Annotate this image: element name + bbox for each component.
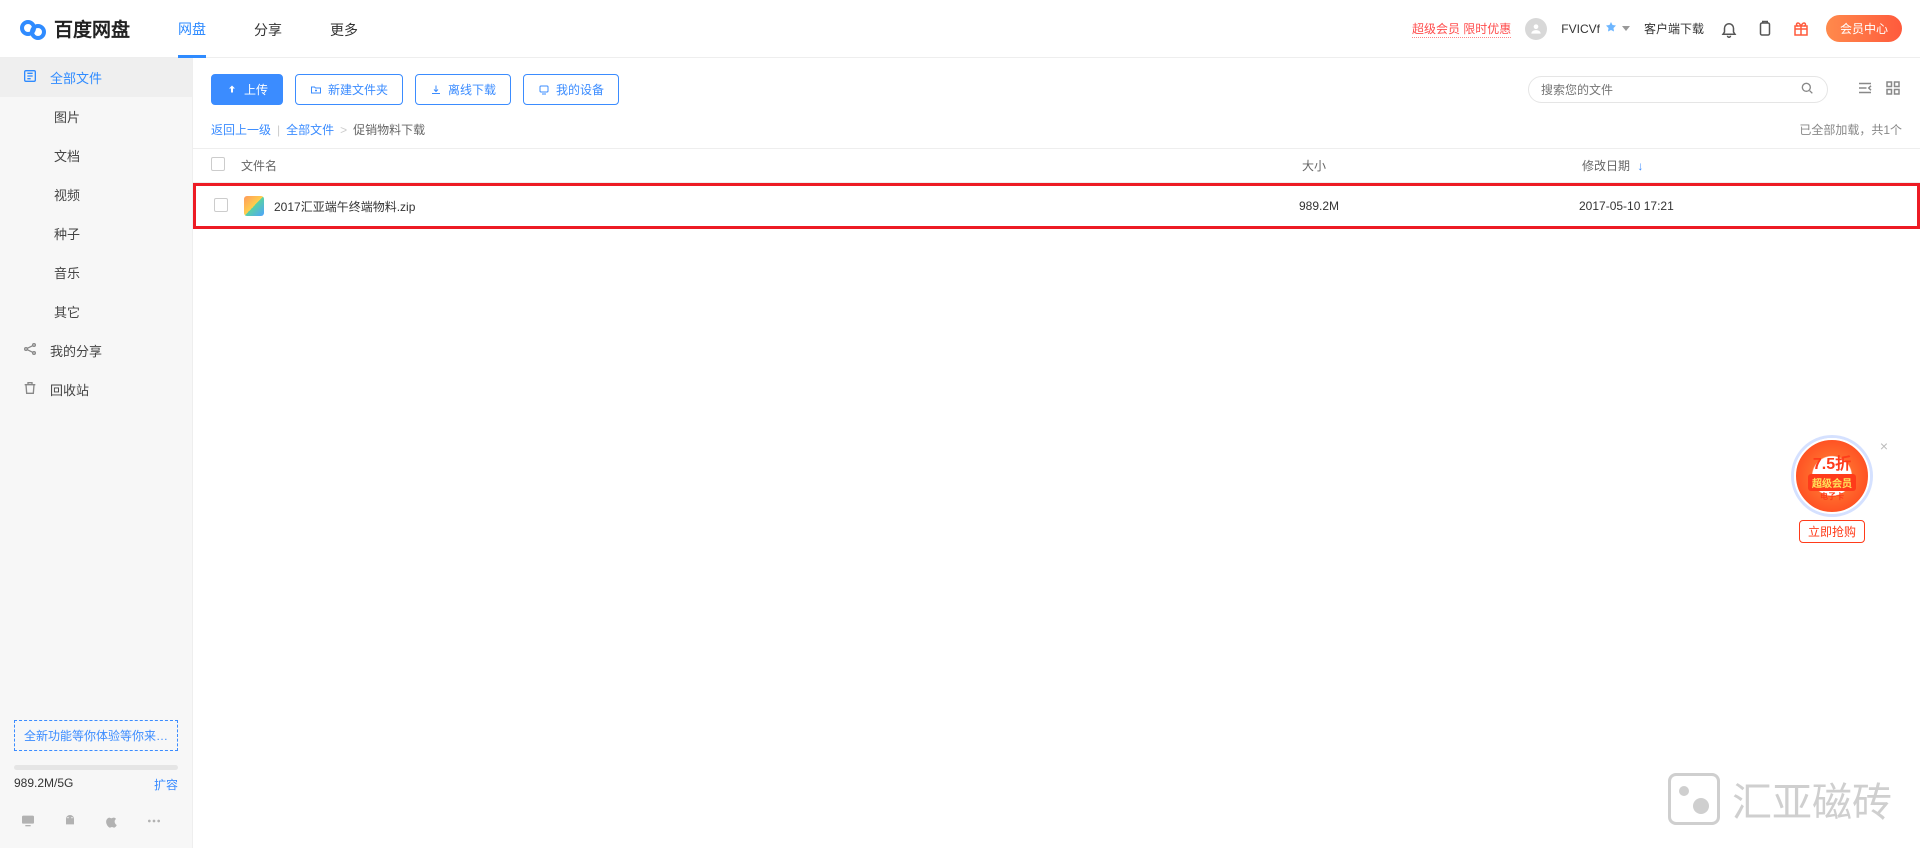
- sidebar-item-docs[interactable]: 文档: [0, 136, 192, 175]
- clipboard-icon[interactable]: [1754, 18, 1776, 40]
- promo-sticker: × 7.5折 超级会员 电子卡 立即抢购: [1784, 438, 1880, 543]
- header-promo-link[interactable]: 超级会员 限时优惠: [1412, 20, 1511, 38]
- button-label: 离线下载: [448, 81, 496, 98]
- promo-cta-button[interactable]: 立即抢购: [1799, 520, 1865, 543]
- breadcrumb: 返回上一级 | 全部文件 > 促销物料下载: [211, 121, 425, 138]
- sidebar-item-all-files[interactable]: 全部文件: [0, 58, 192, 97]
- sidebar-item-images[interactable]: 图片: [0, 97, 192, 136]
- file-name: 2017汇亚端午终端物料.zip: [274, 198, 415, 215]
- more-dots-icon[interactable]: [146, 813, 162, 832]
- user-dropdown[interactable]: FVICVf: [1561, 21, 1630, 36]
- client-download-link[interactable]: 客户端下载: [1644, 20, 1704, 37]
- col-name[interactable]: 文件名: [241, 157, 1302, 174]
- gift-icon[interactable]: [1790, 18, 1812, 40]
- sort-icon[interactable]: [1856, 79, 1874, 100]
- header-right: 超级会员 限时优惠 FVICVf 客户端下载 会员中心: [1412, 15, 1902, 42]
- select-all-checkbox[interactable]: [211, 157, 225, 171]
- button-label: 上传: [244, 81, 268, 98]
- android-icon[interactable]: [62, 813, 78, 832]
- expand-storage-link[interactable]: 扩容: [154, 776, 178, 793]
- chevron-down-icon: [1622, 26, 1630, 31]
- breadcrumb-back[interactable]: 返回上一级: [211, 121, 271, 138]
- close-icon[interactable]: ×: [1880, 438, 1888, 454]
- toolbar: 上传 新建文件夹 离线下载 我的设备: [193, 58, 1920, 121]
- platform-icons: [0, 803, 192, 848]
- nav-tabs: 网盘 分享 更多: [178, 0, 358, 58]
- sidebar-item-music[interactable]: 音乐: [0, 253, 192, 292]
- sidebar-item-my-share[interactable]: 我的分享: [0, 331, 192, 370]
- logo[interactable]: 百度网盘: [18, 14, 130, 44]
- col-size[interactable]: 大小: [1302, 157, 1582, 174]
- upload-button[interactable]: 上传: [211, 74, 283, 105]
- offline-download-button[interactable]: 离线下载: [415, 74, 511, 105]
- col-date[interactable]: 修改日期 ↓: [1582, 157, 1902, 174]
- quota-text: 989.2M/5G: [14, 776, 73, 793]
- file-date: 2017-05-10 17:21: [1579, 199, 1899, 213]
- button-label: 新建文件夹: [328, 81, 388, 98]
- header: 百度网盘 网盘 分享 更多 超级会员 限时优惠 FVICVf 客户端下载 会员中…: [0, 0, 1920, 58]
- sidebar-item-videos[interactable]: 视频: [0, 175, 192, 214]
- desktop-icon[interactable]: [20, 813, 36, 832]
- loaded-status: 已全部加载，共1个: [1799, 121, 1902, 138]
- main: 上传 新建文件夹 离线下载 我的设备 返回上一级 |: [193, 58, 1920, 848]
- sidebar-item-other[interactable]: 其它: [0, 292, 192, 331]
- avatar[interactable]: [1525, 18, 1547, 40]
- my-devices-button[interactable]: 我的设备: [523, 74, 619, 105]
- button-label: 我的设备: [556, 81, 604, 98]
- folder-list-icon: [22, 68, 38, 87]
- logo-icon: [18, 14, 48, 44]
- grid-view-icon[interactable]: [1884, 79, 1902, 100]
- tab-disk[interactable]: 网盘: [178, 0, 206, 58]
- archive-file-icon: [244, 196, 264, 216]
- search-input[interactable]: [1541, 83, 1799, 97]
- sidebar-item-label: 我的分享: [50, 341, 102, 360]
- file-size: 989.2M: [1299, 199, 1579, 213]
- table-row[interactable]: 2017汇亚端午终端物料.zip 989.2M 2017-05-10 17:21: [193, 183, 1920, 229]
- sidebar-item-seeds[interactable]: 种子: [0, 214, 192, 253]
- table-header: 文件名 大小 修改日期 ↓: [193, 148, 1920, 183]
- watermark-text: 汇亚磁砖: [1732, 770, 1892, 828]
- breadcrumb-root[interactable]: 全部文件: [286, 121, 334, 138]
- new-folder-button[interactable]: 新建文件夹: [295, 74, 403, 105]
- tab-share[interactable]: 分享: [254, 1, 282, 56]
- row-checkbox[interactable]: [214, 198, 228, 212]
- apple-icon[interactable]: [104, 813, 120, 832]
- quota-bar: [14, 765, 178, 770]
- share-icon: [22, 341, 38, 360]
- breadcrumb-current: 促销物料下载: [353, 121, 425, 138]
- trash-icon: [22, 380, 38, 399]
- promo-discount: 7.5折: [1813, 450, 1851, 474]
- wechat-icon: [1668, 773, 1720, 825]
- watermark: 汇亚磁砖: [1668, 770, 1892, 828]
- sidebar-item-label: 全部文件: [50, 68, 102, 87]
- promo-line3: 电子卡: [1820, 491, 1844, 502]
- sidebar: 全部文件 图片 文档 视频 种子 音乐 其它 我的分享 回收站 全新功能等你体验…: [0, 58, 193, 848]
- tab-more[interactable]: 更多: [330, 1, 358, 56]
- logo-text: 百度网盘: [54, 15, 130, 42]
- sidebar-item-recycle[interactable]: 回收站: [0, 370, 192, 409]
- bell-icon[interactable]: [1718, 18, 1740, 40]
- member-center-button[interactable]: 会员中心: [1826, 15, 1902, 42]
- search-icon[interactable]: [1799, 80, 1815, 99]
- breadcrumb-row: 返回上一级 | 全部文件 > 促销物料下载 已全部加载，共1个: [193, 121, 1920, 148]
- sidebar-promo-box[interactable]: 全新功能等你体验等你来…: [14, 720, 178, 751]
- username: FVICVf: [1561, 22, 1600, 36]
- sidebar-item-label: 回收站: [50, 380, 89, 399]
- sort-arrow-icon: ↓: [1637, 159, 1643, 173]
- promo-line2: 超级会员: [1808, 474, 1856, 491]
- vip-badge-icon: [1604, 21, 1618, 36]
- promo-badge[interactable]: 7.5折 超级会员 电子卡: [1794, 438, 1870, 514]
- search-box[interactable]: [1528, 76, 1828, 103]
